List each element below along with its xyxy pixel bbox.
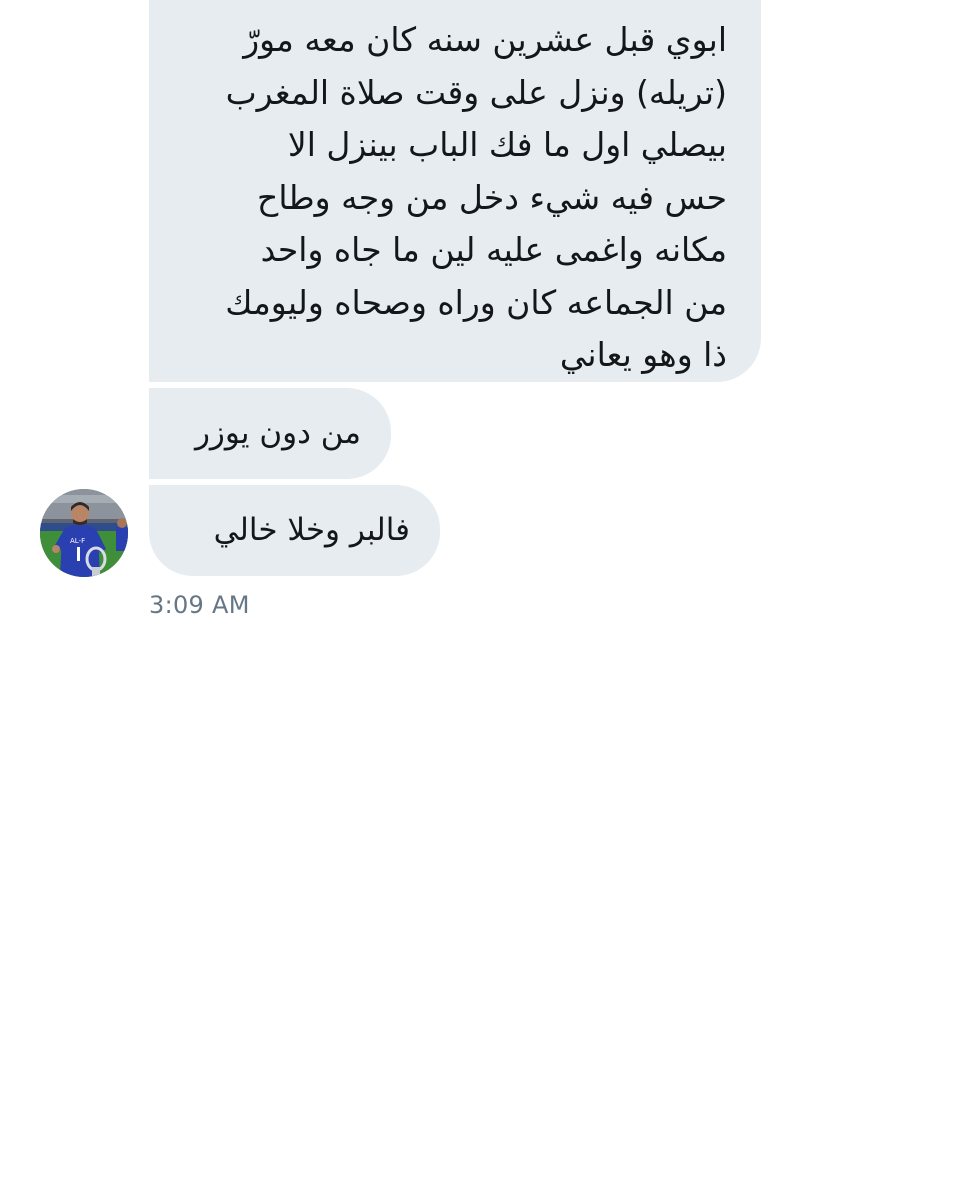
message-text: فالبر وخلا خالي: [213, 512, 410, 548]
sender-avatar[interactable]: AL-F: [40, 489, 128, 577]
received-message-bubble[interactable]: من دون يوزر: [149, 388, 391, 479]
message-text: من دون يوزر: [194, 415, 361, 451]
received-message-bubble[interactable]: ابوي قبل عشرين سنه كان معه مورّ (تريله) …: [149, 0, 761, 382]
received-message-bubble[interactable]: فالبر وخلا خالي: [149, 485, 440, 576]
svg-text:AL-F: AL-F: [70, 537, 85, 545]
message-timestamp: 3:09 AM: [149, 591, 250, 619]
profile-photo-icon: AL-F: [40, 489, 128, 577]
message-text: ابوي قبل عشرين سنه كان معه مورّ (تريله) …: [225, 20, 727, 374]
